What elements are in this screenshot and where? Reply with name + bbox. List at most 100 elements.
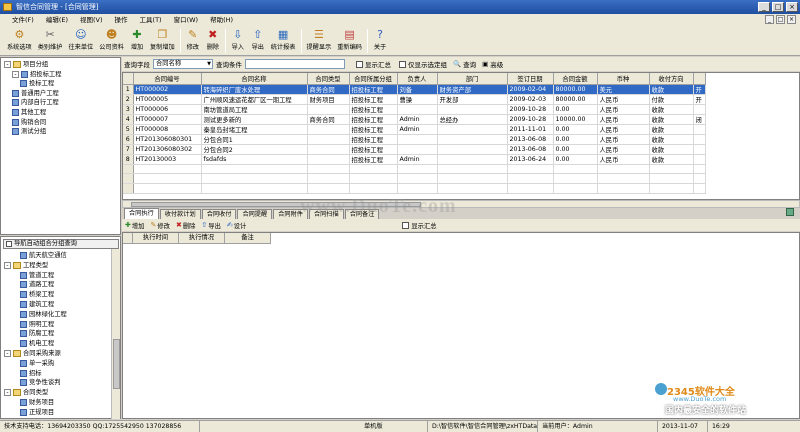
table-cell[interactable]: HT000002 [133,84,202,95]
toolbar-button-8[interactable]: ⇩ 导入 [228,26,248,56]
detail-design-button[interactable]: ✍ 设计 [227,221,246,230]
table-cell[interactable] [693,134,706,145]
tree-node[interactable]: 建筑工程 [20,300,54,309]
table-cell[interactable]: 2009-02-03 [507,94,554,105]
table-row[interactable]: 1 HT000002 转海碎织厂废水处理 商务合同 招投标工程 刘备 财务资产部 2009-0… [123,84,706,95]
column-header[interactable]: 签订日期 [507,73,554,85]
table-cell[interactable]: 收款 [649,134,694,145]
table-cell[interactable]: HT201306080302 [133,144,202,155]
table-cell[interactable]: 2009-10-28 [507,114,554,125]
close-button[interactable]: × [786,2,798,12]
column-header[interactable]: 部门 [437,73,508,85]
table-cell[interactable] [307,144,350,155]
table-cell[interactable] [307,154,350,165]
table-cell[interactable]: 招投标工程 [349,114,398,125]
table-cell[interactable]: 招投标工程 [349,154,398,165]
table-cell[interactable]: 广州顺风速运花都厂区一期工程 [201,94,308,105]
table-cell[interactable]: 美元 [597,84,650,95]
table-cell[interactable]: 收款 [649,114,694,125]
table-cell[interactable]: 0.00 [553,134,598,145]
table-cell[interactable]: 2013-06-24 [507,154,554,165]
menu-window[interactable]: 窗口(W) [168,14,205,26]
table-cell[interactable]: 刘备 [397,84,438,95]
tree-node[interactable]: - 项目分组 [4,60,48,69]
table-cell[interactable]: 收款 [649,104,694,115]
table-cell[interactable]: 收款 [649,84,694,95]
column-header[interactable]: 负责人 [397,73,438,85]
collapse-icon[interactable]: - [4,61,11,68]
query-button[interactable]: 🔍 查询 [453,59,476,69]
table-cell[interactable]: 人民币 [597,104,650,115]
table-cell[interactable]: 分包合同2 [201,144,308,155]
grid-horizontal-scrollbar[interactable] [122,200,800,208]
table-cell[interactable]: 80000.00 [553,84,598,95]
table-cell[interactable] [437,134,508,145]
query-field-select[interactable]: 合同名称 [153,59,213,69]
detail-show-summary-checkbox[interactable]: 显示汇总 [402,221,437,230]
toolbar-button-4[interactable]: ✚ 增加 [127,26,147,56]
column-header[interactable]: 合同编号 [133,73,202,85]
tree-node[interactable]: 正规项目 [20,408,54,417]
collapse-icon[interactable]: - [12,70,19,78]
table-cell[interactable]: 0.00 [553,144,598,155]
tree-node[interactable]: 照明工程 [20,320,54,329]
table-cell[interactable]: 南坊管道局工程 [201,104,308,115]
table-cell[interactable]: 收款 [649,154,694,165]
scroll-thumb[interactable] [113,339,120,389]
tree-node[interactable]: 内部自行工程 [12,98,59,107]
toolbar-button-0[interactable]: ⚙ 系统选项 [4,26,35,56]
mdi-minimize-button[interactable]: _ [765,15,774,24]
table-row[interactable]: 3 HT000006 南坊管道局工程 招投标工程 2009-10-28 0.00 人民币 收款 [123,104,706,115]
collapse-icon[interactable]: - [4,389,11,397]
table-row[interactable]: 6 HT201306080301 分包合同1 招投标工程 2013-06-08 0.00 人… [123,134,706,145]
tree-node[interactable]: 竞争性谈判 [20,378,60,387]
table-cell[interactable] [437,104,508,115]
tab-2[interactable]: 合同收付 [201,209,237,219]
tab-1[interactable]: 收付款计划 [159,209,201,219]
table-cell[interactable] [693,154,706,165]
table-cell[interactable]: 招投标工程 [349,124,398,135]
table-cell[interactable] [693,144,706,155]
column-header[interactable]: 合同所属分组 [349,73,398,85]
table-cell[interactable]: Admin [397,124,438,135]
tree-node[interactable]: 航天航空通信 [20,251,67,260]
tree-node[interactable]: - 合同采购来源 [4,349,61,358]
tree-vertical-scrollbar[interactable] [111,249,120,419]
table-cell[interactable] [307,124,350,135]
tree-node[interactable]: 道路工程 [20,280,54,289]
table-cell[interactable]: 2009-10-28 [507,104,554,115]
auto-group-tree[interactable]: 导航自动组合分组查询 航天航空通信 - 工程类型 管道工程 道路工程 桥梁工程 建筑工程 园林… [0,236,121,419]
table-cell[interactable]: 开发部 [437,94,508,105]
tab-0[interactable]: 合同执行 [124,208,159,219]
column-header[interactable]: 合同金额 [553,73,598,85]
table-cell[interactable]: 人民币 [597,94,650,105]
tab-3[interactable]: 合同提醒 [237,209,273,219]
toolbar-button-1[interactable]: ✂ 类别维护 [35,26,66,56]
col-execution-time[interactable]: 执行时间 [133,233,179,244]
show-summary-checkbox[interactable]: 显示汇总 [356,59,391,69]
table-cell[interactable] [437,154,508,165]
detail-edit-button[interactable]: ✎ 修改 [150,221,169,230]
table-cell[interactable]: 商务合同 [307,114,350,125]
table-cell[interactable]: 0.00 [553,104,598,115]
table-cell[interactable]: 招投标工程 [349,134,398,145]
toolbar-button-13[interactable]: ? 关于 [370,26,390,56]
query-condition-input[interactable] [245,59,345,69]
project-group-tree[interactable]: - 项目分组 - 招投标工程 投标工程 普通用户工程 内部自行工程 其他工程 购销合同 测试分组 [0,57,121,235]
table-cell[interactable]: 曹操 [397,94,438,105]
table-cell[interactable]: 财务项目 [307,94,350,105]
table-cell[interactable] [397,134,438,145]
table-cell[interactable] [437,124,508,135]
table-cell[interactable]: 秦皇岛封堵工程 [201,124,308,135]
menu-tools[interactable]: 工具(T) [134,14,168,26]
table-cell[interactable]: 人民币 [597,134,650,145]
col-notes[interactable]: 备注 [225,233,271,244]
advanced-query-button[interactable]: ▣ 高级 [482,59,503,69]
table-cell[interactable]: 开 [693,84,706,95]
column-header[interactable]: 合同类型 [307,73,350,85]
table-cell[interactable]: 测试更多新的 [201,114,308,125]
collapse-icon[interactable]: - [4,261,11,269]
minimize-button[interactable]: _ [758,2,770,12]
tree-node[interactable]: 招标 [20,369,42,378]
column-header[interactable] [693,73,706,85]
